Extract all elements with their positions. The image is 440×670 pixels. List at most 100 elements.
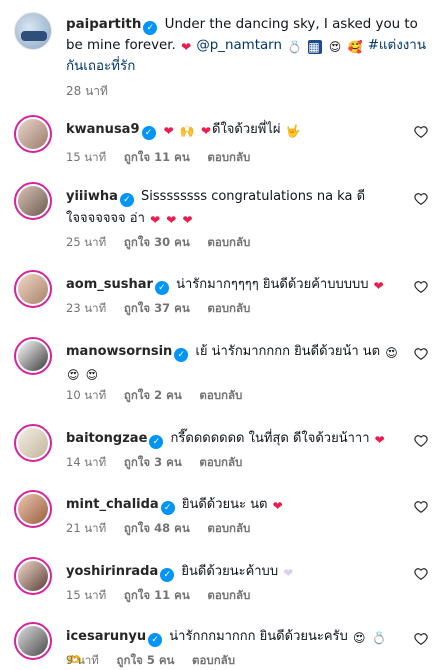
diamond-pattern-icon: ▦: [308, 40, 323, 54]
heart-eyes-face-icon: 😍: [385, 346, 398, 360]
heart-outline-icon[interactable]: [414, 434, 428, 448]
comment-likes[interactable]: ถูกใจ 30 คน: [124, 235, 190, 249]
comment-item: yiiiwha ✓ Sissssssss congratulations na k…: [14, 182, 434, 252]
red-heart-icon: ❤: [373, 279, 384, 293]
verified-badge-icon: ✓: [119, 193, 134, 207]
caption-time: 28 นาที: [66, 84, 108, 98]
reply-button[interactable]: ตอบกลับ: [207, 588, 250, 602]
comment-item: icesarunyu ✓ น่ารักกกมากกก ยินดีด้วยนะครั…: [14, 622, 434, 670]
comment-likes[interactable]: ถูกใจ 2 คน: [124, 388, 182, 402]
verified-badge-icon: ✓: [149, 435, 164, 449]
comment-time: 15 นาที: [66, 588, 107, 602]
comment-item: mint_chalida ✓ ยินดีด้วยนะ นต ❤ 21 นาที ถ…: [14, 490, 434, 560]
heart-outline-icon[interactable]: [414, 632, 428, 646]
avatar[interactable]: [14, 337, 52, 375]
red-heart-icon: ❤: [200, 124, 211, 138]
comment-username[interactable]: baitongzae: [66, 431, 147, 446]
reply-button[interactable]: ตอบกลับ: [207, 521, 250, 535]
ring-icon: 💍: [287, 40, 303, 54]
comment-meta: 10 นาที ถูกใจ 2 คน ตอบกลับ: [66, 387, 256, 405]
comment-likes[interactable]: ถูกใจ 11 คน: [124, 588, 190, 602]
comment-username[interactable]: mint_chalida: [66, 497, 159, 512]
heart-eyes-face-icon: 😍: [328, 40, 342, 54]
caption-text: paipartith ✓ Under the dancing sky, I ask…: [66, 14, 426, 77]
heart-outline-icon[interactable]: [414, 280, 428, 294]
comment-time: 15 นาที: [66, 150, 107, 164]
verified-badge-icon: ✓: [160, 568, 175, 582]
comment-time: 14 นาที: [66, 455, 107, 469]
red-heart-icon: ❤: [182, 213, 193, 227]
comment-meta: 15 นาที ถูกใจ 11 คน ตอบกลับ: [66, 149, 264, 167]
verified-badge-icon: ✓: [141, 126, 156, 140]
comment-item: yoshirinrada ✓ ยินดีด้วยนะค้าบบ ❤ 15 นาที…: [14, 557, 434, 627]
avatar[interactable]: [14, 182, 52, 220]
reply-button[interactable]: ตอบกลับ: [199, 455, 242, 469]
comment-text: yoshirinrada ✓ ยินดีด้วยนะค้าบบ ❤: [66, 561, 406, 583]
comment-body: ยินดีด้วยนะ นต: [181, 497, 268, 512]
comment-body: ดีใจด้วยพี่ไผ่: [212, 122, 281, 137]
verified-badge-icon: ✓: [160, 501, 175, 515]
comment-body: เย้ น่ารักมากกกก ยินดีด้วยน้า นต: [195, 344, 381, 359]
comment-time: 9 นาที: [66, 653, 99, 667]
comment-body: กรี๊ดดดดดดด ในที่สุด ดีใจด้วยน้าาา: [170, 431, 370, 446]
white-heart-icon: ❤: [283, 566, 294, 580]
heart-eyes-face-icon: 😍: [352, 631, 366, 645]
ring-icon: 💍: [371, 631, 387, 645]
red-heart-icon: ❤: [166, 213, 177, 227]
heart-outline-icon[interactable]: [414, 567, 428, 581]
avatar[interactable]: [14, 622, 52, 660]
comment-meta: 9 นาที ถูกใจ 5 คน ตอบกลับ: [66, 652, 249, 670]
reply-button[interactable]: ตอบกลับ: [207, 150, 250, 164]
comment-text: manowsornsin ✓ เย้ น่ารักมากกกก ยินดีด้วย…: [66, 341, 406, 385]
avatar[interactable]: [14, 557, 52, 595]
love-you-gesture-icon: 🤟: [285, 124, 301, 138]
red-heart-icon: ❤: [374, 433, 385, 447]
reply-button[interactable]: ตอบกลับ: [199, 388, 242, 402]
comment-body: ยินดีด้วยนะค้าบบ: [181, 564, 279, 579]
comment-username[interactable]: kwanusa9: [66, 122, 140, 137]
avatar[interactable]: [14, 424, 52, 462]
comment-meta: 21 นาที ถูกใจ 48 คน ตอบกลับ: [66, 520, 264, 538]
comment-item: kwanusa9 ✓ ❤ 🙌 ❤ดีใจด้วยพี่ไผ่ 🤟 15 นาที …: [14, 115, 434, 185]
comment-text: baitongzae ✓ กรี๊ดดดดดดด ในที่สุด ดีใจด้ว…: [66, 428, 406, 450]
avatar[interactable]: [14, 115, 52, 153]
comment-likes[interactable]: ถูกใจ 11 คน: [124, 150, 190, 164]
comment-likes[interactable]: ถูกใจ 5 คน: [117, 653, 175, 667]
comment-time: 10 นาที: [66, 388, 107, 402]
comment-username[interactable]: manowsornsin: [66, 344, 172, 359]
heart-eyes-face-icon: 😍: [85, 368, 99, 382]
caption-mention[interactable]: @p_namtarn: [196, 38, 282, 53]
comment-username[interactable]: yiiiwha: [66, 189, 118, 204]
avatar[interactable]: [14, 12, 52, 50]
raising-hands-icon: 🙌: [179, 124, 195, 138]
reply-button[interactable]: ตอบกลับ: [192, 653, 235, 667]
heart-eyes-face-icon: 😍: [67, 368, 80, 382]
comment-meta: 25 นาที ถูกใจ 30 คน ตอบกลับ: [66, 234, 264, 252]
heart-outline-icon[interactable]: [414, 500, 428, 514]
verified-badge-icon: ✓: [148, 633, 163, 647]
comment-likes[interactable]: ถูกใจ 37 คน: [124, 301, 190, 315]
comment-item: baitongzae ✓ กรี๊ดดดดดดด ในที่สุด ดีใจด้ว…: [14, 424, 434, 494]
heart-outline-icon[interactable]: [414, 347, 428, 361]
avatar[interactable]: [14, 270, 52, 308]
comment-likes[interactable]: ถูกใจ 48 คน: [124, 521, 190, 535]
reply-button[interactable]: ตอบกลับ: [207, 301, 250, 315]
avatar[interactable]: [14, 490, 52, 528]
comment-text: aom_sushar ✓ น่ารักมากๆๆๆๆ ยินดีด้วยค้าบบ…: [66, 274, 406, 296]
caption-username[interactable]: paipartith: [66, 17, 141, 32]
comment-likes[interactable]: ถูกใจ 3 คน: [124, 455, 182, 469]
comment-time: 25 นาที: [66, 235, 107, 249]
verified-badge-icon: ✓: [174, 348, 189, 362]
red-heart-icon: ❤: [163, 124, 174, 138]
comment-meta: 23 นาที ถูกใจ 37 คน ตอบกลับ: [66, 300, 264, 318]
red-heart-icon: ❤: [181, 40, 192, 54]
comment-meta: 14 นาที ถูกใจ 3 คน ตอบกลับ: [66, 454, 256, 472]
heart-outline-icon[interactable]: [414, 125, 428, 139]
red-heart-icon: ❤: [150, 213, 161, 227]
comment-text: mint_chalida ✓ ยินดีด้วยนะ นต ❤: [66, 494, 406, 516]
comment-username[interactable]: icesarunyu: [66, 629, 146, 644]
reply-button[interactable]: ตอบกลับ: [207, 235, 250, 249]
comment-username[interactable]: yoshirinrada: [66, 564, 158, 579]
heart-outline-icon[interactable]: [414, 192, 428, 206]
comment-username[interactable]: aom_sushar: [66, 277, 153, 292]
